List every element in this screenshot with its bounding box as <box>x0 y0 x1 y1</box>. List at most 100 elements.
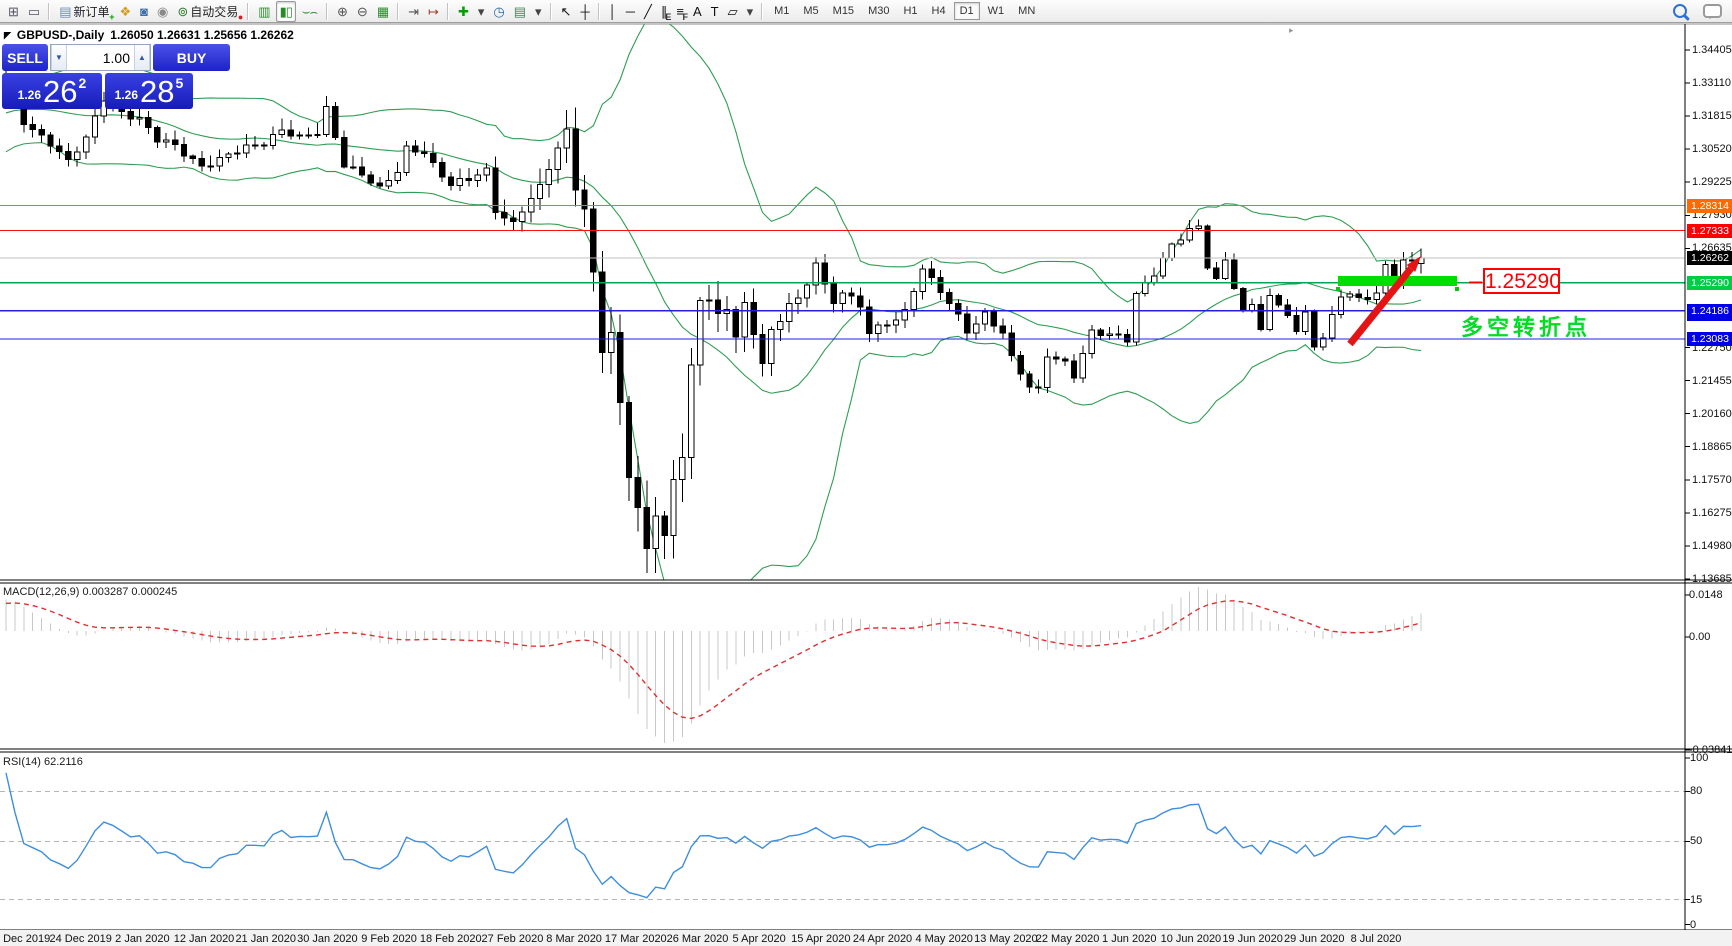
mouse-settings-button[interactable]: ▭ <box>24 1 43 22</box>
shapes-dropdown[interactable]: ▾ <box>743 1 757 22</box>
rsi-indicator-label: RSI(14) 62.2116 <box>3 756 83 768</box>
timeframe-mn[interactable]: MN <box>1012 2 1041 20</box>
history-center-icon[interactable]: ◙ <box>136 1 151 22</box>
object-marker-icon: ◤ <box>4 29 11 40</box>
volume-increase-button[interactable]: ▲ <box>134 45 150 70</box>
timeframe-m1[interactable]: M1 <box>768 2 795 20</box>
shapes-button[interactable]: ▱ <box>724 1 741 22</box>
text-button[interactable]: A <box>689 1 705 22</box>
bar-chart-button[interactable]: ▥ <box>254 1 273 22</box>
tile-windows-icon: ▦ <box>376 3 389 19</box>
text-label-button[interactable]: T <box>707 1 722 22</box>
volume-decrease-button[interactable]: ▼ <box>51 45 67 70</box>
sell-price-prefix: 1.26 <box>17 88 42 102</box>
periods-button[interactable]: ◷ <box>489 1 507 22</box>
rsi-pane[interactable] <box>0 753 1685 928</box>
crosshair-button[interactable]: ┼ <box>576 1 592 22</box>
price-callout-box[interactable]: 1.25290 <box>1483 268 1561 294</box>
auto-scroll-button[interactable]: ⇥ <box>404 1 422 22</box>
sell-price-big: 26 <box>43 74 78 109</box>
toolbar-separator <box>397 2 400 20</box>
zoom-out-button[interactable]: ⊖ <box>353 1 371 22</box>
toolbar-separator <box>326 2 329 20</box>
scroll-to-end-marker[interactable]: ▸ <box>1289 25 1294 36</box>
new-chart-button[interactable]: ⊞ <box>4 1 22 22</box>
history-center-icon-icon: ◙ <box>140 3 148 19</box>
timeframe-h4[interactable]: H4 <box>926 2 952 20</box>
templates-dropdown[interactable]: ▾ <box>531 1 545 22</box>
mt4-window: ⊞ ▭ ▤ + 新订单 ❖ ◙ ◉ ⊚ ● 自动交易 ▥ ▮▯ ⌣⌢ ⊕ ⊖ ▦ ⇥ ↦ ✚ ▾ ◷ ▤ ▾ ↖ ┼ │ ─ ╱ ∥ E ≡ F… <box>0 0 1732 946</box>
toolbar-separator <box>247 2 250 20</box>
badge-icon: ● <box>237 11 244 22</box>
shapes-dropdown-icon: ▾ <box>746 3 753 19</box>
mouse-settings-icon: ▭ <box>27 3 40 19</box>
line-chart-button[interactable]: ⌣⌢ <box>298 1 321 22</box>
cursor-button[interactable]: ↖ <box>557 1 575 22</box>
vertical-line-button[interactable]: │ <box>605 1 620 22</box>
turning-point-note[interactable]: 多空转折点 <box>1461 310 1591 342</box>
horizontal-line-icon: ─ <box>625 3 635 19</box>
bar-chart-icon: ▥ <box>258 3 270 19</box>
timeframe-d1[interactable]: D1 <box>953 2 980 20</box>
new-order-button-label: 新订单 <box>73 4 110 19</box>
chat-icon[interactable] <box>1703 4 1722 19</box>
templates-button[interactable]: ▤ <box>510 1 529 22</box>
chart-symbol: GBPUSD-,Daily <box>16 28 105 42</box>
volume-input[interactable] <box>67 45 134 70</box>
indicators-button[interactable]: ✚ <box>454 1 472 22</box>
gold-symbol-icon-icon: ❖ <box>119 3 132 19</box>
timeframe-w1[interactable]: W1 <box>982 2 1011 20</box>
buy-price-big: 28 <box>140 74 175 109</box>
search-icon[interactable] <box>1673 4 1687 18</box>
fibonacci-button[interactable]: ≡ F <box>672 1 688 22</box>
timeframe-h1[interactable]: H1 <box>897 2 923 20</box>
autotrading-button-label: 自动交易 <box>190 4 239 19</box>
sell-price-pip: 2 <box>78 75 87 91</box>
macd-pane[interactable] <box>0 584 1685 748</box>
price-axis[interactable] <box>1685 24 1732 929</box>
chart-shift-button[interactable]: ↦ <box>424 1 442 22</box>
signals-icon-icon: ◉ <box>157 3 168 19</box>
timeframe-m15[interactable]: M15 <box>827 2 860 20</box>
indicators-icon: ✚ <box>457 3 469 19</box>
gold-symbol-icon[interactable]: ❖ <box>116 1 135 22</box>
sell-price-display[interactable]: 1.26 26 2 <box>2 73 102 109</box>
main-chart-pane[interactable] <box>0 24 1685 580</box>
badge-icon: E <box>665 11 672 22</box>
new-order-icon: ▤ <box>59 3 71 19</box>
chart-ohlc: 1.26050 1.26631 1.25656 1.26262 <box>110 28 294 42</box>
templates-dropdown-icon: ▾ <box>535 3 541 19</box>
buy-price-display[interactable]: 1.26 28 5 <box>105 73 193 109</box>
sell-button[interactable]: SELL <box>2 44 48 71</box>
autotrading-button[interactable]: ⊚ ● 自动交易 <box>173 1 244 22</box>
text-label-icon: T <box>710 3 719 19</box>
templates-icon: ▤ <box>513 3 526 19</box>
buy-price-pip: 5 <box>175 75 184 91</box>
signals-icon[interactable]: ◉ <box>153 1 171 22</box>
equidistant-channel-button[interactable]: ∥ E <box>657 1 672 22</box>
one-click-trading-panel: SELL ▼ ▲ BUY 1.26 26 2 1.26 28 5 <box>2 44 234 109</box>
macd-indicator-label: MACD(12,26,9) 0.003287 0.000245 <box>3 586 178 598</box>
horizontal-line-button[interactable]: ─ <box>622 1 638 22</box>
toolbar-separator <box>446 2 449 20</box>
new-order-button[interactable]: ▤ + 新订单 <box>55 1 114 22</box>
zoom-in-button[interactable]: ⊕ <box>333 1 351 22</box>
candlestick-chart-button[interactable]: ▮▯ <box>275 0 296 22</box>
timeframe-m5[interactable]: M5 <box>797 2 824 20</box>
line-chart-icon: ⌣⌢ <box>301 3 318 19</box>
indicators-dropdown[interactable]: ▾ <box>474 1 488 22</box>
toolbar-right-icons <box>1673 4 1722 19</box>
toolbar-separator <box>761 2 764 20</box>
zoom-in-icon: ⊕ <box>337 3 348 19</box>
volume-stepper: ▼ ▲ <box>50 44 151 71</box>
buy-button[interactable]: BUY <box>153 44 230 71</box>
trendline-icon: ╱ <box>644 3 652 19</box>
autotrading-icon: ⊚ <box>177 3 188 19</box>
date-axis[interactable] <box>0 930 1732 946</box>
trendline-button[interactable]: ╱ <box>640 1 655 22</box>
timeframe-m30[interactable]: M30 <box>862 2 895 20</box>
auto-scroll-icon: ⇥ <box>408 3 419 19</box>
tile-windows-button[interactable]: ▦ <box>373 1 392 22</box>
toolbar-separator <box>597 2 600 20</box>
indicators-dropdown-icon: ▾ <box>477 3 484 19</box>
